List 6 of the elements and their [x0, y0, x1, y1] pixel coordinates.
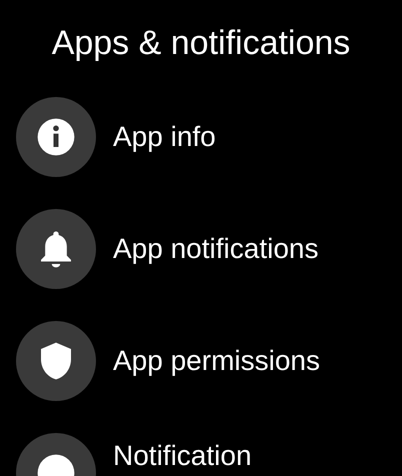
- menu-item[interactable]: App notifications: [113, 232, 318, 266]
- menu-item[interactable]: App info: [113, 120, 216, 154]
- screen-title: Apps & notifications: [50, 23, 352, 63]
- menu-item[interactable]: App permissions: [113, 344, 320, 378]
- menu-item[interactable]: Notification: [113, 439, 252, 476]
- info-icon: [36, 117, 76, 157]
